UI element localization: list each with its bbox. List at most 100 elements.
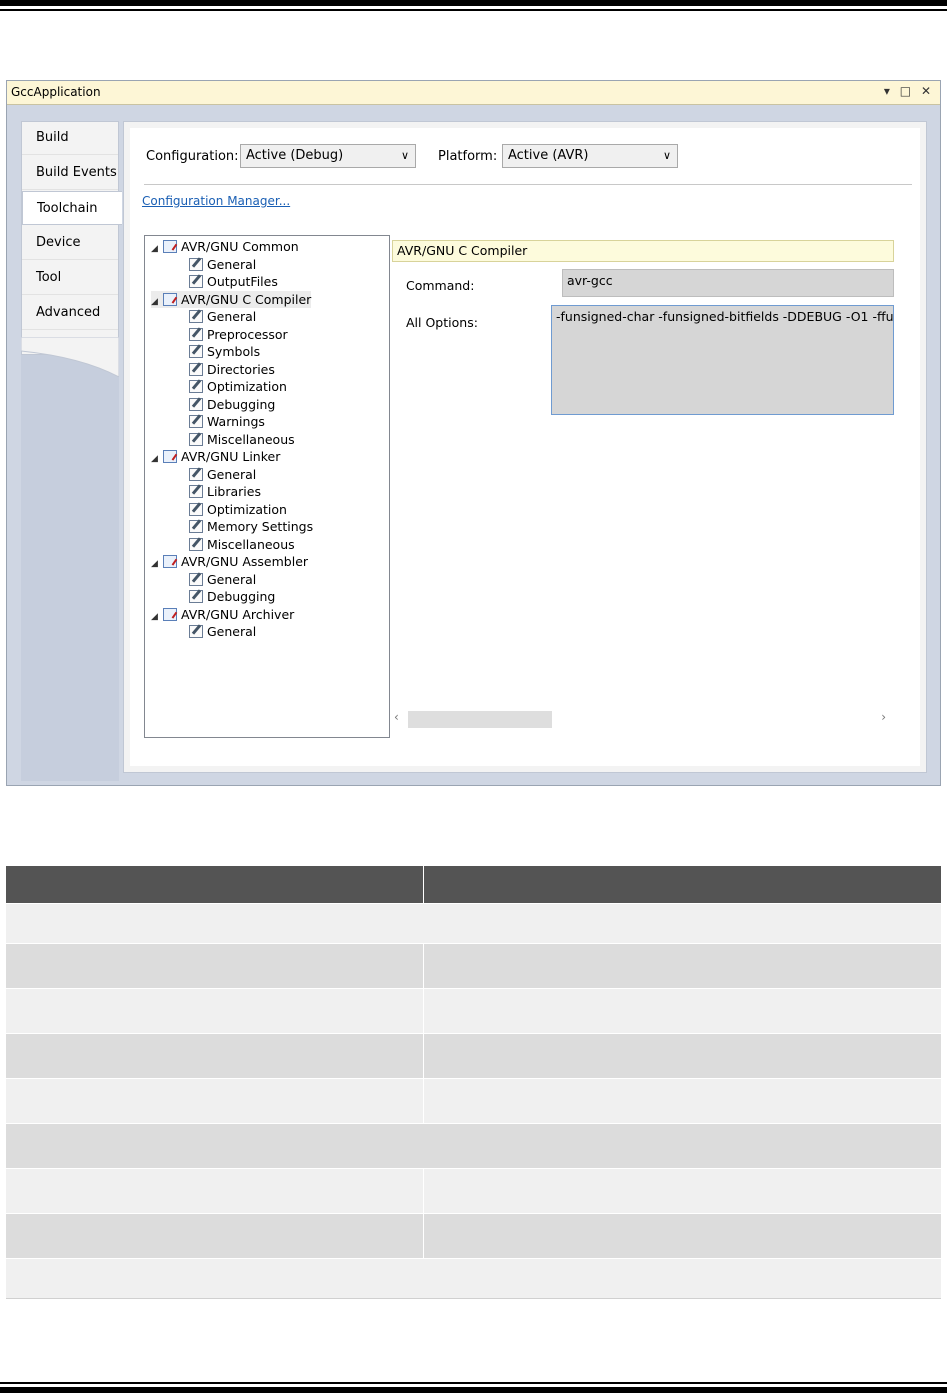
table-cell	[6, 1079, 424, 1123]
tab-device[interactable]: Device	[22, 226, 118, 260]
configuration-label: Configuration:	[146, 149, 239, 164]
dropdown-icon[interactable]: ▾	[884, 84, 893, 98]
tree-item[interactable]: Warnings	[189, 413, 265, 430]
maximize-icon[interactable]: □	[900, 84, 914, 98]
configuration-select[interactable]: Active (Debug) ∨	[240, 144, 416, 168]
table-row	[6, 1214, 941, 1259]
edit-page-icon	[189, 380, 203, 393]
edit-page-icon	[189, 275, 203, 288]
close-icon[interactable]: ✕	[921, 84, 934, 98]
tree-label: Symbols	[207, 344, 261, 359]
tree-group[interactable]: ◢ AVR/GNU Common	[151, 238, 299, 255]
table-row	[6, 1034, 941, 1079]
tree-item[interactable]: Optimization	[189, 501, 287, 518]
tree-label: General	[207, 309, 257, 324]
tree-item[interactable]: Miscellaneous	[189, 536, 295, 553]
tree-item[interactable]: General	[189, 256, 256, 273]
toolchain-page: Configuration: Active (Debug) ∨ Platform…	[123, 121, 927, 773]
table-row	[6, 1169, 941, 1214]
tab-strip-tail	[21, 337, 119, 377]
tree-item[interactable]: Miscellaneous	[189, 431, 295, 448]
all-options-label: All Options:	[406, 315, 478, 330]
edit-page-icon	[189, 537, 203, 551]
window-controls[interactable]: ▾ □ ✕	[884, 84, 934, 98]
toolchain-tree: ◢ AVR/GNU Common General OutputFiles ◢ AVR/GN…	[144, 235, 390, 738]
collapse-icon[interactable]: ◢	[151, 451, 163, 468]
tree-label: General	[207, 624, 257, 639]
edit-page-icon	[189, 415, 203, 428]
tree-label: Libraries	[207, 484, 261, 499]
tab-advanced[interactable]: Advanced	[22, 296, 118, 330]
edit-page-icon	[189, 485, 203, 498]
tree-item[interactable]: Memory Settings	[189, 518, 313, 535]
configuration-value: Active (Debug)	[246, 148, 344, 163]
table-row	[6, 1124, 941, 1169]
scrollbar-thumb[interactable]	[408, 711, 552, 728]
platform-label: Platform:	[438, 149, 498, 164]
tree-item[interactable]: Libraries	[189, 483, 261, 500]
window-body: Build Build Events Toolchain Device Tool Adva…	[9, 107, 938, 783]
collapse-icon[interactable]: ◢	[151, 241, 163, 258]
edit-page-icon	[189, 397, 203, 411]
tree-item[interactable]: General	[189, 571, 256, 588]
tab-toolchain[interactable]: Toolchain	[22, 191, 122, 225]
collapse-icon[interactable]: ◢	[151, 294, 163, 311]
edit-page-icon	[189, 502, 203, 516]
tree-label: General	[207, 571, 257, 587]
table-header	[6, 866, 941, 904]
table-cell	[424, 1079, 941, 1123]
tree-group[interactable]: ◢ AVR/GNU Assembler	[151, 553, 308, 570]
scroll-right-icon[interactable]: ›	[881, 710, 886, 724]
horizontal-scrollbar[interactable]: ‹ ›	[392, 708, 894, 728]
tree-item[interactable]: OutputFiles	[189, 273, 278, 290]
tree-group[interactable]: ◢ AVR/GNU Archiver	[151, 606, 294, 623]
tree-item[interactable]: General	[189, 466, 256, 483]
platform-select[interactable]: Active (AVR) ∨	[502, 144, 678, 168]
window-titlebar: GccApplication ▾ □ ✕	[7, 81, 940, 105]
tree-item[interactable]: Preprocessor	[189, 326, 288, 343]
project-properties-window: GccApplication ▾ □ ✕ Build Build Events To…	[6, 80, 941, 786]
collapse-icon[interactable]: ◢	[151, 556, 163, 573]
chevron-down-icon: ∨	[662, 149, 671, 162]
edit-page-icon	[189, 572, 203, 586]
table-cell	[6, 1259, 941, 1298]
table-row	[6, 1259, 941, 1299]
tree-item[interactable]: Directories	[189, 361, 275, 378]
tree-label: Optimization	[207, 501, 287, 517]
tree-item[interactable]: General	[189, 308, 256, 325]
table-row	[6, 904, 941, 944]
table-cell	[424, 989, 941, 1033]
header-cell	[424, 866, 941, 903]
tree-item[interactable]: Debugging	[189, 396, 275, 413]
edit-page-icon	[189, 362, 203, 376]
tab-build[interactable]: Build	[22, 121, 118, 155]
property-section-header: AVR/GNU C Compiler	[392, 240, 894, 262]
tree-item[interactable]: General	[189, 623, 256, 640]
tab-tool[interactable]: Tool	[22, 261, 118, 295]
window-title: GccApplication	[11, 85, 101, 99]
tab-build-events[interactable]: Build Events	[22, 156, 118, 190]
platform-value: Active (AVR)	[508, 148, 589, 163]
scroll-left-icon[interactable]: ‹	[394, 710, 399, 724]
tree-label: Optimization	[207, 379, 287, 394]
edit-page-icon	[189, 310, 203, 323]
tree-item[interactable]: Optimization	[189, 378, 287, 395]
tree-label: Miscellaneous	[207, 431, 295, 447]
tree-item[interactable]: Debugging	[189, 588, 275, 605]
table-row	[6, 989, 941, 1034]
edit-page-icon	[189, 590, 203, 603]
table-row	[6, 944, 941, 989]
tree-group[interactable]: ◢ AVR/GNU C Compiler	[151, 290, 312, 311]
command-field[interactable]: avr-gcc	[562, 269, 894, 297]
all-options-field[interactable]: -funsigned-char -funsigned-bitfields -DD…	[551, 305, 894, 415]
tree-group[interactable]: ◢ AVR/GNU Linker	[151, 448, 280, 465]
settings-group-icon	[163, 240, 177, 253]
tree-label: OutputFiles	[207, 274, 278, 289]
tree-item[interactable]: Symbols	[189, 343, 260, 360]
tree-label: Memory Settings	[207, 519, 314, 534]
table-cell	[6, 989, 424, 1033]
tree-label: AVR/GNU Assembler	[181, 554, 309, 569]
configuration-manager-link[interactable]: Configuration Manager...	[142, 194, 290, 208]
tree-label: Miscellaneous	[207, 536, 295, 552]
collapse-icon[interactable]: ◢	[151, 609, 163, 626]
